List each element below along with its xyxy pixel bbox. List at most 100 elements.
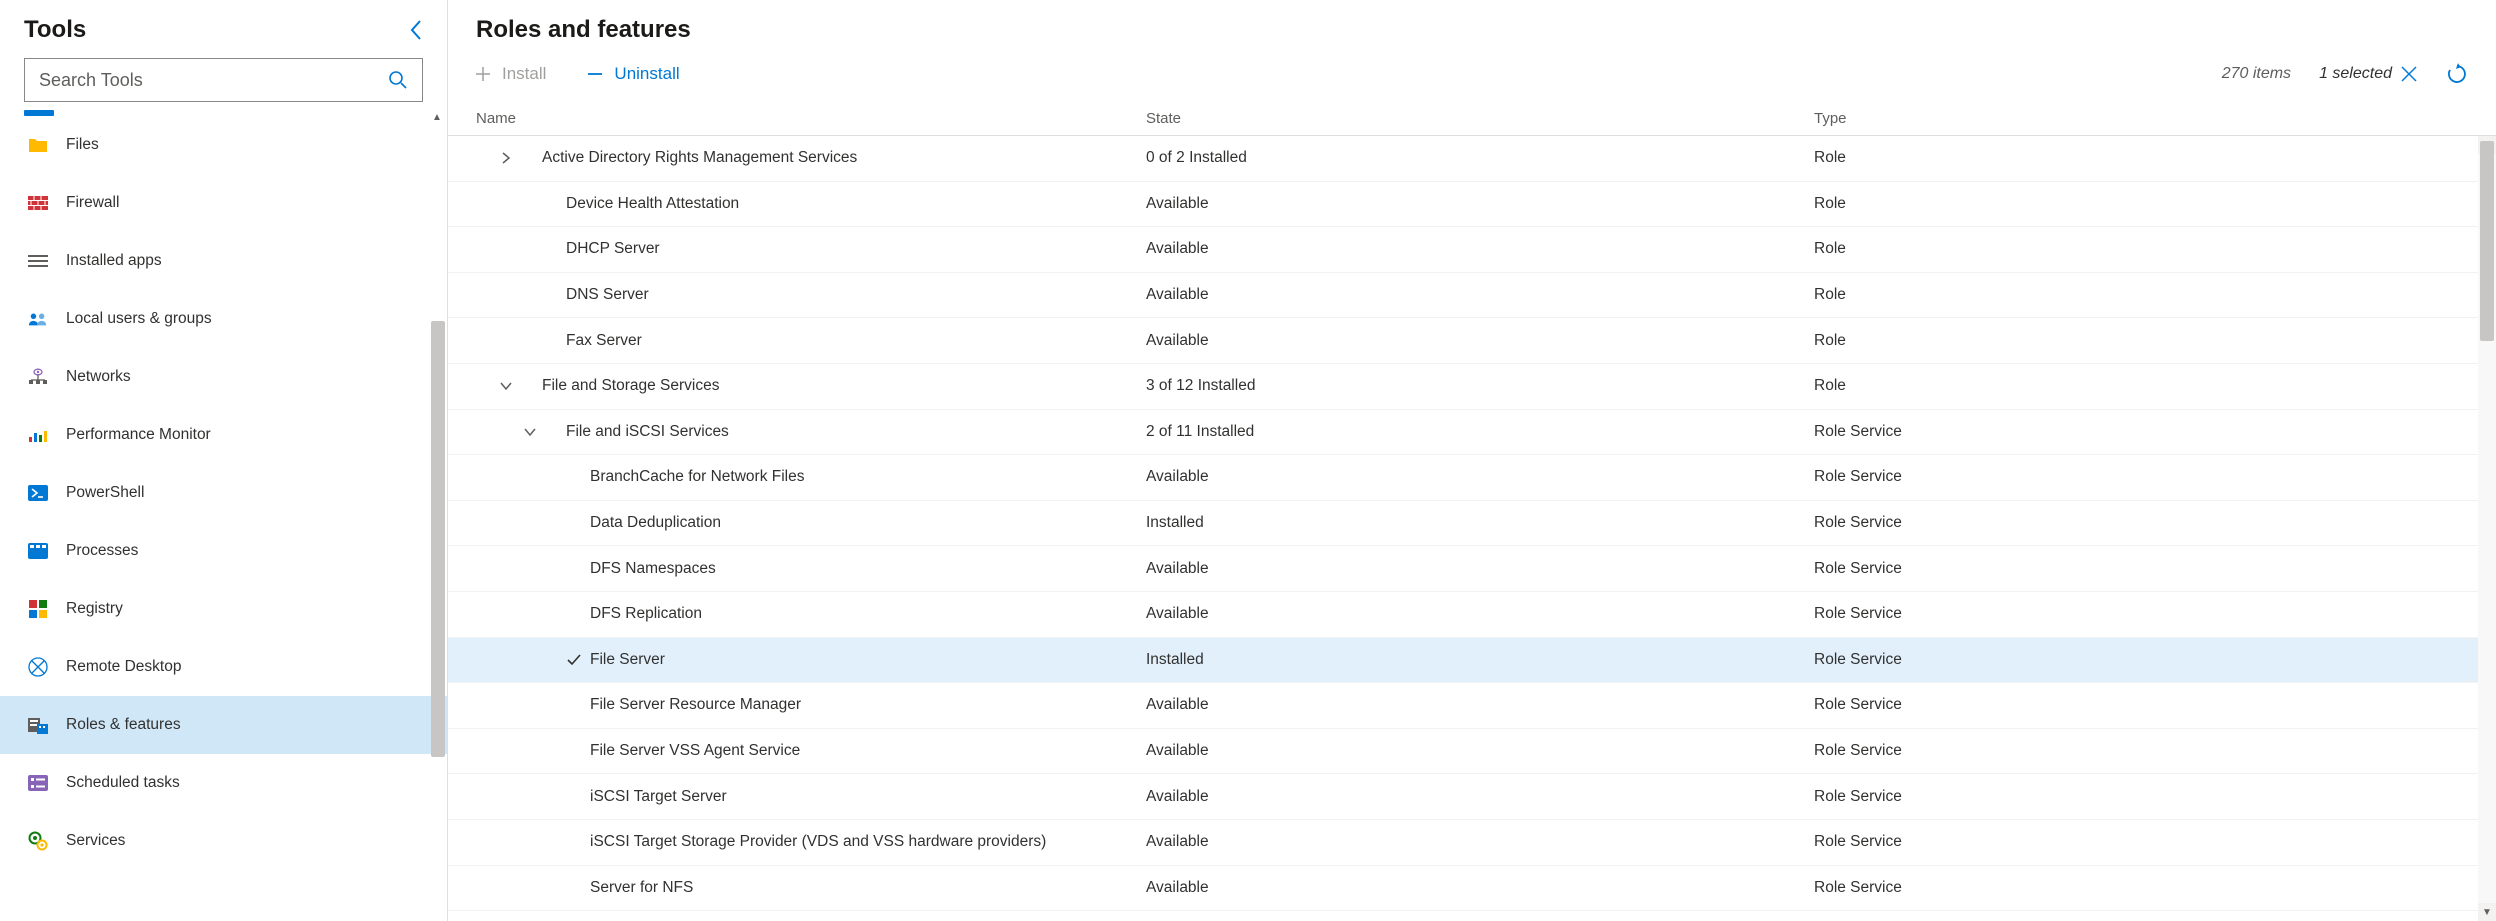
- search-box[interactable]: [24, 58, 423, 102]
- main-header: Roles and features: [448, 0, 2496, 54]
- search-icon: [388, 70, 408, 90]
- name-cell: DHCP Server: [476, 240, 1146, 258]
- table-row[interactable]: Active Directory Rights Management Servi…: [448, 136, 2496, 182]
- tools-sidebar: Tools ▲ FilesFirewallInstalled appsLocal…: [0, 0, 448, 921]
- table-row[interactable]: DHCP ServerAvailableRole: [448, 227, 2496, 273]
- users-icon: [28, 309, 48, 329]
- firewall-icon: [28, 193, 48, 213]
- row-type: Role Service: [1814, 560, 2468, 578]
- sidebar-item-remote-desktop[interactable]: Remote Desktop: [0, 638, 447, 696]
- chevron-right-icon[interactable]: [496, 152, 516, 164]
- install-label: Install: [502, 64, 546, 84]
- row-state: Available: [1146, 788, 1814, 806]
- sidebar-item-performance-monitor[interactable]: Performance Monitor: [0, 406, 447, 464]
- roles-icon: [28, 715, 48, 735]
- sidebar-item-label: Processes: [66, 542, 138, 560]
- sidebar-item-files[interactable]: Files: [0, 116, 447, 174]
- table-row[interactable]: Server for NFSAvailableRole Service: [448, 866, 2496, 912]
- table-row[interactable]: File and iSCSI Services2 of 11 Installed…: [448, 410, 2496, 456]
- search-input[interactable]: [39, 70, 388, 91]
- table-row[interactable]: DFS NamespacesAvailableRole Service: [448, 546, 2496, 592]
- col-state-header[interactable]: State: [1146, 110, 1814, 127]
- sidebar-item-scheduled-tasks[interactable]: Scheduled tasks: [0, 754, 447, 812]
- row-type: Role: [1814, 286, 2468, 304]
- sidebar-item-local-users-groups[interactable]: Local users & groups: [0, 290, 447, 348]
- name-cell: Server for NFS: [476, 879, 1146, 897]
- row-type: Role: [1814, 332, 2468, 350]
- row-name: Data Deduplication: [584, 514, 721, 532]
- collapse-sidebar-button[interactable]: [409, 19, 423, 41]
- row-name: iSCSI Target Storage Provider (VDS and V…: [584, 833, 1046, 851]
- table-row[interactable]: Data DeduplicationInstalledRole Service: [448, 501, 2496, 547]
- sidebar-item-installed-apps[interactable]: Installed apps: [0, 232, 447, 290]
- sidebar-item-label: Roles & features: [66, 716, 181, 734]
- row-state: 3 of 12 Installed: [1146, 377, 1814, 395]
- sidebar-item-firewall[interactable]: Firewall: [0, 174, 447, 232]
- sidebar-item-services[interactable]: Services: [0, 812, 447, 870]
- services-icon: [28, 831, 48, 851]
- table-row[interactable]: BranchCache for Network FilesAvailableRo…: [448, 455, 2496, 501]
- row-name: DFS Replication: [584, 605, 702, 623]
- row-name: File and iSCSI Services: [560, 423, 729, 441]
- page-title: Roles and features: [476, 16, 2468, 44]
- processes-icon: [28, 541, 48, 561]
- sidebar-item-label: Local users & groups: [66, 310, 212, 328]
- tasks-icon: [28, 773, 48, 793]
- perfmon-icon: [28, 425, 48, 445]
- table-row[interactable]: File ServerInstalledRole Service: [448, 638, 2496, 684]
- chevron-down-icon[interactable]: [496, 381, 516, 391]
- uninstall-label: Uninstall: [614, 64, 679, 84]
- table-row[interactable]: File Server Resource ManagerAvailableRol…: [448, 683, 2496, 729]
- table-row[interactable]: File and Storage Services3 of 12 Install…: [448, 364, 2496, 410]
- row-type: Role: [1814, 195, 2468, 213]
- name-cell: Device Health Attestation: [476, 195, 1146, 213]
- table-row[interactable]: Fax ServerAvailableRole: [448, 318, 2496, 364]
- uninstall-button[interactable]: Uninstall: [580, 60, 685, 88]
- col-name-header[interactable]: Name: [476, 110, 1146, 127]
- sidebar-item-powershell[interactable]: PowerShell: [0, 464, 447, 522]
- col-type-header[interactable]: Type: [1814, 110, 2468, 127]
- name-cell: File Server: [476, 651, 1146, 669]
- plus-icon: [474, 65, 492, 83]
- selected-count: 1 selected: [2319, 65, 2418, 83]
- row-state: Available: [1146, 833, 1814, 851]
- row-state: Available: [1146, 195, 1814, 213]
- name-cell: DFS Replication: [476, 605, 1146, 623]
- name-cell: Fax Server: [476, 332, 1146, 350]
- sidebar-item-registry[interactable]: Registry: [0, 580, 447, 638]
- chevron-down-icon[interactable]: [520, 427, 540, 437]
- table-body[interactable]: Active Directory Rights Management Servi…: [448, 136, 2496, 921]
- row-type: Role: [1814, 149, 2468, 167]
- row-name: Fax Server: [560, 332, 642, 350]
- nav-scroll[interactable]: FilesFirewallInstalled apps Local users &…: [0, 108, 447, 921]
- table-row[interactable]: iSCSI Target Storage Provider (VDS and V…: [448, 820, 2496, 866]
- sidebar-item-networks[interactable]: Networks: [0, 348, 447, 406]
- table-row[interactable]: File Server VSS Agent ServiceAvailableRo…: [448, 729, 2496, 775]
- refresh-button[interactable]: [2446, 63, 2468, 85]
- name-cell: Active Directory Rights Management Servi…: [476, 149, 1146, 167]
- main-scrollbar-thumb[interactable]: [2480, 141, 2494, 341]
- name-cell: BranchCache for Network Files: [476, 468, 1146, 486]
- row-name: DFS Namespaces: [584, 560, 716, 578]
- sidebar-item-processes[interactable]: Processes: [0, 522, 447, 580]
- row-name: iSCSI Target Server: [584, 788, 727, 806]
- toolbar: Install Uninstall 270 items 1 selected: [448, 54, 2496, 102]
- table-row[interactable]: Device Health AttestationAvailableRole: [448, 182, 2496, 228]
- sidebar-item-roles-features[interactable]: Roles & features: [0, 696, 447, 754]
- row-type: Role Service: [1814, 423, 2468, 441]
- clear-selection-button[interactable]: [2400, 65, 2418, 83]
- sidebar-scrollbar-thumb[interactable]: [431, 321, 445, 757]
- row-name: DNS Server: [560, 286, 649, 304]
- table-row[interactable]: DFS ReplicationAvailableRole Service: [448, 592, 2496, 638]
- main-scrollbar-track[interactable]: ▲ ▼: [2478, 136, 2496, 921]
- table-row[interactable]: DNS Server AvailableRole: [448, 273, 2496, 319]
- table-row[interactable]: iSCSI Target ServerAvailableRole Service: [448, 774, 2496, 820]
- row-state: Available: [1146, 286, 1814, 304]
- row-name: DHCP Server: [560, 240, 660, 258]
- row-state: 0 of 2 Installed: [1146, 149, 1814, 167]
- row-type: Role Service: [1814, 833, 2468, 851]
- scroll-down-hint-main[interactable]: ▼: [2478, 903, 2496, 921]
- apps-icon: [28, 251, 48, 271]
- name-cell: File and iSCSI Services: [476, 423, 1146, 441]
- row-type: Role Service: [1814, 651, 2468, 669]
